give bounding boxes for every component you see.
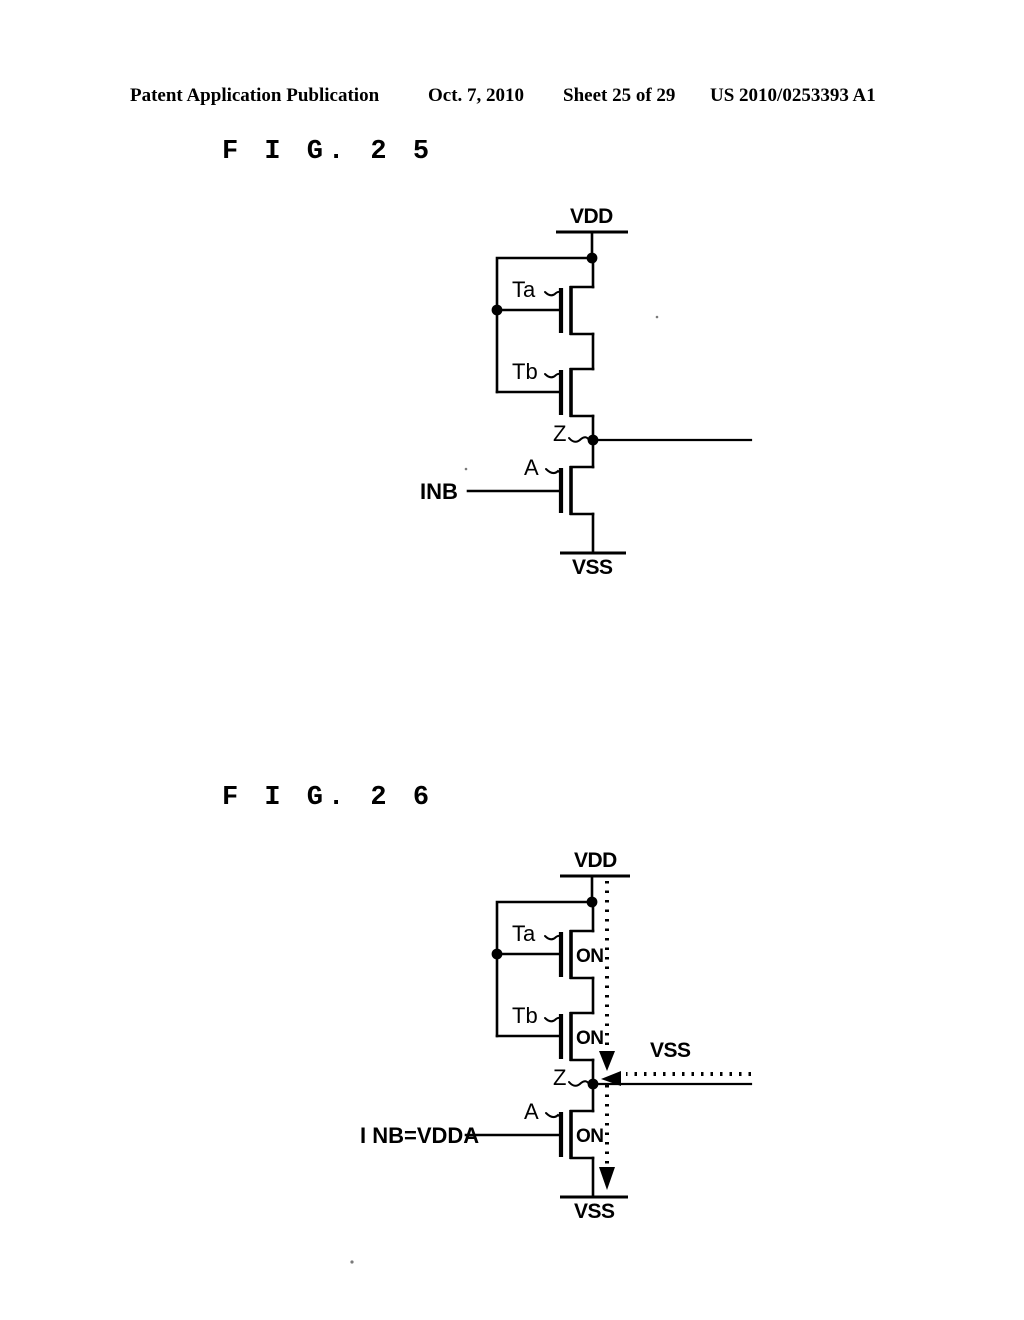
nmos-a-label-fig26: A bbox=[524, 1099, 539, 1124]
tb-leader-line-fig25 bbox=[544, 372, 562, 379]
figure-26-caption: F I G. 2 6 bbox=[222, 783, 435, 813]
figure-26-circuit-diagram: VDD Ta ON Tb ON Z ON I NB=VDDA A VSS VSS bbox=[350, 849, 753, 1264]
vdd-label-fig25: VDD bbox=[570, 205, 613, 228]
gate-bus-junction-dot-fig25 bbox=[491, 304, 503, 316]
tb-label-fig25: Tb bbox=[512, 359, 538, 384]
gate-bus-junction-dot-fig26 bbox=[491, 948, 503, 960]
z-label-fig26: Z bbox=[553, 1065, 566, 1090]
scan-speck bbox=[655, 315, 659, 319]
ta-label-fig25: Ta bbox=[512, 277, 536, 302]
nmos-a-label-fig25: A bbox=[524, 455, 539, 480]
z-leader-line-fig26 bbox=[568, 1080, 590, 1087]
vss-label-fig25: VSS bbox=[572, 556, 613, 579]
header-date: Oct. 7, 2010 bbox=[428, 85, 525, 106]
scan-speck bbox=[350, 1260, 354, 1264]
figure-25-circuit-diagram: VDD Ta Tb Z INB A VSS bbox=[420, 205, 753, 579]
header-sheet-number: Sheet 25 of 29 bbox=[563, 85, 676, 106]
header-publication-title: Patent Application Publication bbox=[130, 85, 380, 106]
tb-state-label-fig26: ON bbox=[576, 1028, 604, 1049]
nmos-state-label-fig26: ON bbox=[576, 1126, 604, 1147]
tb-label-fig26: Tb bbox=[512, 1003, 538, 1028]
ta-label-fig26: Ta bbox=[512, 921, 536, 946]
z-leader-line-fig25 bbox=[568, 436, 590, 443]
figure-25-caption: F I G. 2 5 bbox=[222, 137, 435, 167]
vss-injection-label-fig26: VSS bbox=[650, 1039, 691, 1062]
nmos-a-leader-line-fig25 bbox=[545, 468, 562, 475]
nmos-a-leader-line-fig26 bbox=[545, 1112, 562, 1119]
tb-leader-line-fig26 bbox=[544, 1016, 562, 1023]
ta-leader-line-fig26 bbox=[544, 934, 562, 941]
ta-state-label-fig26: ON bbox=[576, 946, 604, 967]
z-label-fig25: Z bbox=[553, 421, 566, 446]
page-header: Patent Application Publication Oct. 7, 2… bbox=[0, 85, 1024, 115]
current-flow-arrow-down-lower-fig26 bbox=[599, 1167, 615, 1190]
inb-label-fig25: INB bbox=[420, 479, 458, 504]
ta-leader-line-fig25 bbox=[544, 290, 562, 297]
scan-speck bbox=[464, 467, 468, 471]
current-flow-arrow-down-upper-fig26 bbox=[599, 1051, 615, 1071]
vdd-label-fig26: VDD bbox=[574, 849, 617, 872]
header-patent-number: US 2010/0253393 A1 bbox=[710, 85, 876, 106]
inb-vdda-label-fig26: I NB=VDDA bbox=[360, 1123, 479, 1148]
vss-label-fig26: VSS bbox=[574, 1200, 615, 1223]
